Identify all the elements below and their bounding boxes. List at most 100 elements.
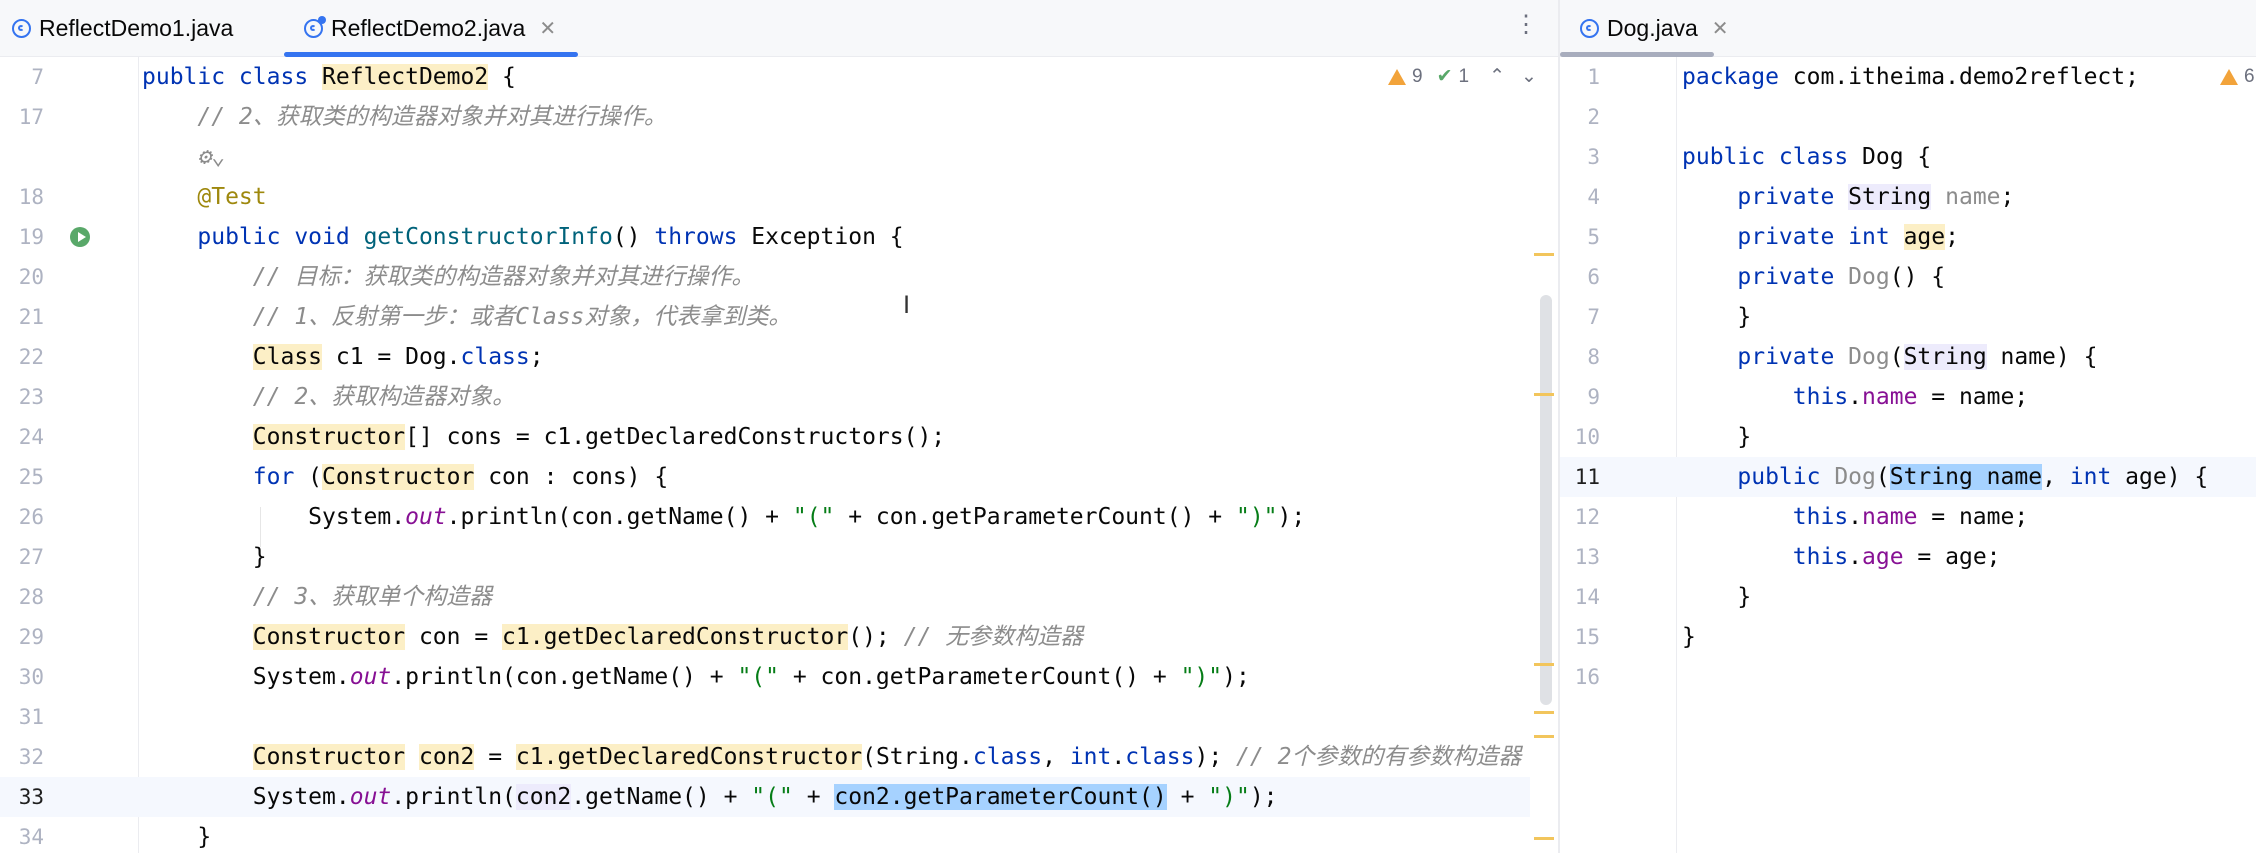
code-line[interactable]: 1 package com.itheima.demo2reflect; bbox=[1560, 57, 2256, 97]
code-token: Dog { bbox=[1862, 144, 1932, 170]
code-token: public class bbox=[142, 64, 323, 90]
code-line[interactable]: 18 @Test bbox=[0, 177, 1530, 217]
code-line[interactable]: ⚙⌄ bbox=[0, 137, 1530, 177]
code-line[interactable]: 27 } bbox=[0, 537, 1530, 577]
code-line[interactable]: 12 this.name = name; bbox=[1560, 497, 2256, 537]
code-text: private String name; bbox=[1682, 177, 2014, 217]
code-text: package com.itheima.demo2reflect; bbox=[1682, 57, 2139, 97]
code-token: // 无参数构造器 bbox=[903, 624, 1084, 650]
code-line[interactable]: 26 System.out.println(con.getName() + "(… bbox=[0, 497, 1530, 537]
code-line[interactable]: 21 // 1、反射第一步：或者Class对象，代表拿到类。 bbox=[0, 297, 1530, 337]
line-number: 21 bbox=[18, 305, 44, 329]
error-stripe-mark bbox=[1534, 735, 1554, 738]
code-line[interactable]: 4 private String name; bbox=[1560, 177, 2256, 217]
code-token: out bbox=[349, 664, 392, 690]
code-token: age) { bbox=[2125, 464, 2209, 490]
code-line[interactable]: 17 // 2、获取类的构造器对象并对其进行操作。 bbox=[0, 97, 1530, 137]
code-token: out bbox=[349, 784, 392, 810]
code-token: name) { bbox=[1986, 344, 2098, 370]
line-number: 16 bbox=[1574, 665, 1600, 689]
code-token: private int bbox=[1682, 224, 1904, 250]
code-token: class bbox=[1125, 744, 1195, 770]
code-token: () { bbox=[1889, 264, 1946, 290]
left-code-editor[interactable]: 7 public class ReflectDemo2 {17 // 2、获取类的… bbox=[0, 57, 1558, 853]
code-token: String name bbox=[1889, 464, 2043, 490]
code-line[interactable]: 10 } bbox=[1560, 417, 2256, 457]
code-line[interactable]: 20 // 目标：获取类的构造器对象并对其进行操作。 bbox=[0, 257, 1530, 297]
code-token: private bbox=[1682, 344, 1849, 370]
inspection-widget[interactable]: 9 ✔ 1 ⌃ ⌄ bbox=[1388, 57, 1537, 97]
code-token: } bbox=[1682, 424, 1752, 450]
code-line[interactable]: 8 private Dog(String name) { bbox=[1560, 337, 2256, 377]
code-text: this.name = name; bbox=[1682, 497, 2028, 537]
code-token: this bbox=[1682, 384, 1849, 410]
close-tab-icon[interactable]: ✕ bbox=[539, 16, 556, 41]
code-line[interactable]: 32 Constructor con2 = c1.getDeclaredCons… bbox=[0, 737, 1530, 777]
right-code-editor[interactable]: 1 package com.itheima.demo2reflect; 2 3 publ… bbox=[1560, 57, 2256, 853]
code-token: ; bbox=[1945, 224, 1959, 250]
code-token: // 3、获取单个构造器 bbox=[142, 584, 493, 610]
code-line[interactable]: 11 public Dog(String name, int age) { bbox=[1560, 457, 2256, 497]
code-line[interactable]: 19 public void getConstructorInfo() thro… bbox=[0, 217, 1530, 257]
code-line[interactable]: 31 bbox=[0, 697, 1530, 737]
code-token: int bbox=[1069, 744, 1112, 770]
tab-reflectdemo1[interactable]: ReflectDemo1.java bbox=[12, 0, 233, 56]
tab-reflectdemo2[interactable]: ReflectDemo2.java ✕ bbox=[304, 0, 556, 56]
error-stripe-mark bbox=[1534, 837, 1554, 840]
tab-dog-java[interactable]: Dog.java ✕ bbox=[1580, 0, 1729, 56]
chevron-down-icon[interactable]: ⌄ bbox=[1521, 57, 1537, 97]
error-stripe-mark bbox=[1534, 663, 1554, 666]
code-line[interactable]: 24 Constructor[] cons = c1.getDeclaredCo… bbox=[0, 417, 1530, 457]
code-text: System.out.println(con2.getName() + "(" … bbox=[142, 777, 1278, 817]
line-number: 34 bbox=[18, 825, 44, 849]
code-line[interactable]: 25 for (Constructor con : cons) { bbox=[0, 457, 1530, 497]
more-options-icon[interactable]: ⋮ bbox=[1514, 10, 1538, 39]
code-line[interactable]: 6 private Dog() { bbox=[1560, 257, 2256, 297]
line-number: 13 bbox=[1574, 545, 1600, 569]
code-line[interactable]: 30 System.out.println(con.getName() + "(… bbox=[0, 657, 1530, 697]
code-line[interactable]: 33 System.out.println(con2.getName() + "… bbox=[0, 777, 1530, 817]
code-line[interactable]: 9 this.name = name; bbox=[1560, 377, 2256, 417]
code-line[interactable]: 14 } bbox=[1560, 577, 2256, 617]
code-line[interactable]: 13 this.age = age; bbox=[1560, 537, 2256, 577]
code-line[interactable]: 5 private int age; bbox=[1560, 217, 2256, 257]
code-line[interactable]: 29 Constructor con = c1.getDeclaredConst… bbox=[0, 617, 1530, 657]
code-token: . bbox=[1111, 744, 1126, 770]
code-line[interactable]: 28 // 3、获取单个构造器 bbox=[0, 577, 1530, 617]
code-text: Constructor con2 = c1.getDeclaredConstru… bbox=[142, 737, 1521, 777]
line-number: 12 bbox=[1574, 505, 1600, 529]
code-line[interactable]: 7 public class ReflectDemo2 { bbox=[0, 57, 1530, 97]
java-class-icon bbox=[12, 18, 31, 38]
code-line[interactable]: 23 // 2、获取构造器对象。 bbox=[0, 377, 1530, 417]
code-token: ); bbox=[1277, 504, 1306, 530]
chevron-up-icon[interactable]: ⌃ bbox=[1489, 57, 1505, 97]
tab-label: Dog.java bbox=[1607, 14, 1698, 41]
line-number: 17 bbox=[18, 105, 44, 129]
vertical-scrollbar[interactable] bbox=[1540, 295, 1552, 705]
code-line[interactable]: 16 bbox=[1560, 657, 2256, 697]
code-text: public Dog(String name, int age) { bbox=[1682, 457, 2208, 497]
code-token: name bbox=[1862, 504, 1918, 530]
code-line[interactable]: 2 bbox=[1560, 97, 2256, 137]
code-token: throws bbox=[654, 224, 752, 250]
error-stripe-mark bbox=[1534, 253, 1554, 256]
close-tab-icon[interactable]: ✕ bbox=[1712, 16, 1729, 41]
code-token: ( bbox=[308, 464, 323, 490]
line-number: 20 bbox=[18, 265, 44, 289]
code-token: ; bbox=[2000, 184, 2015, 210]
line-number: 26 bbox=[18, 505, 44, 529]
code-line[interactable]: 34 } bbox=[0, 817, 1530, 853]
line-number: 7 bbox=[1587, 305, 1600, 329]
code-line[interactable]: 7 } bbox=[1560, 297, 2256, 337]
inspection-widget[interactable]: 6 bbox=[2220, 57, 2255, 97]
warning-count: 6 bbox=[2244, 66, 2255, 87]
code-line[interactable]: 15} bbox=[1560, 617, 2256, 657]
code-token: ReflectDemo2 bbox=[322, 64, 489, 90]
code-line[interactable]: 3 public class Dog { bbox=[1560, 137, 2256, 177]
run-test-icon[interactable] bbox=[70, 227, 90, 247]
line-number: 3 bbox=[1587, 145, 1600, 169]
java-class-icon bbox=[304, 15, 326, 38]
code-line[interactable]: 22 Class c1 = Dog.class; bbox=[0, 337, 1530, 377]
